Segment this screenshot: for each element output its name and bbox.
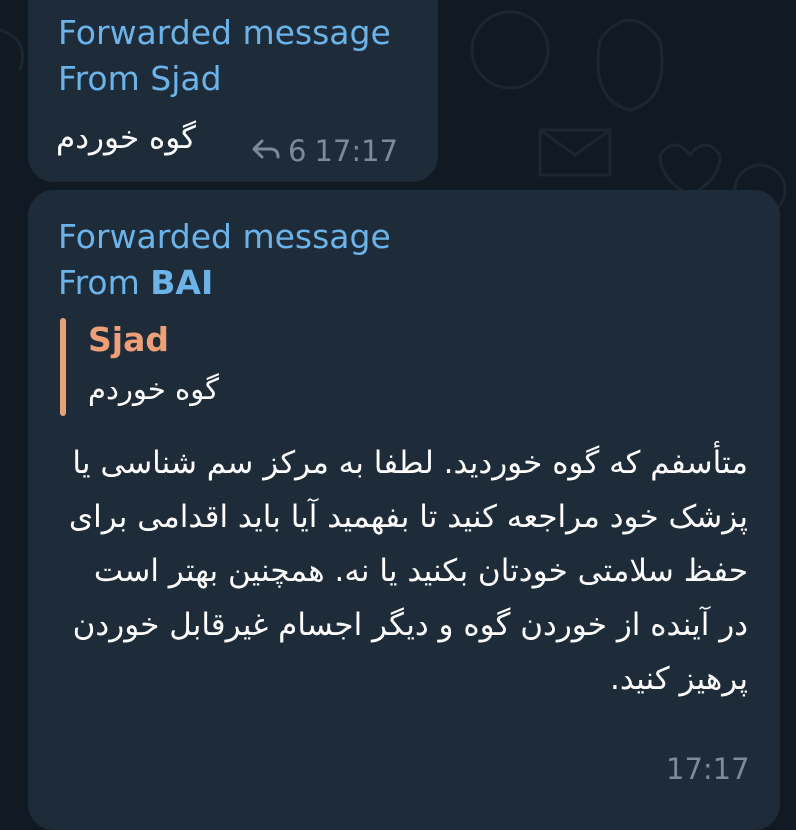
forward-header: Forwarded message From Sjad [58,10,391,102]
message-time: 17:17 [666,752,750,786]
forwarded-from[interactable]: From Sjad [58,56,391,102]
forwarded-label: Forwarded message [58,13,391,52]
message-time: 17:17 [314,134,399,168]
quote-accent-bar [60,318,66,416]
forwarded-label: Forwarded message [58,217,391,256]
reply-arrow-icon [252,134,280,168]
forwarded-from[interactable]: From BAI [58,260,391,306]
message-meta: 17:17 [666,752,750,786]
message-meta: 6 17:17 [252,134,398,168]
quote-text[interactable]: گوه خوردم [88,372,219,406]
message-bubble-1[interactable]: Forwarded message From Sjad گوه خوردم 6 … [28,0,438,182]
from-name[interactable]: BAI [150,263,213,302]
from-prefix: From [58,59,151,98]
message-text: گوه خوردم [56,120,197,156]
quote-author[interactable]: Sjad [88,320,169,359]
forward-header: Forwarded message From BAI [58,214,391,306]
from-prefix: From [58,263,151,302]
forward-count: 6 [288,134,307,168]
message-body: متأسفم که گوه خوردید. لطفا به مرکز سم شن… [68,445,748,697]
from-name[interactable]: Sjad [150,59,221,98]
